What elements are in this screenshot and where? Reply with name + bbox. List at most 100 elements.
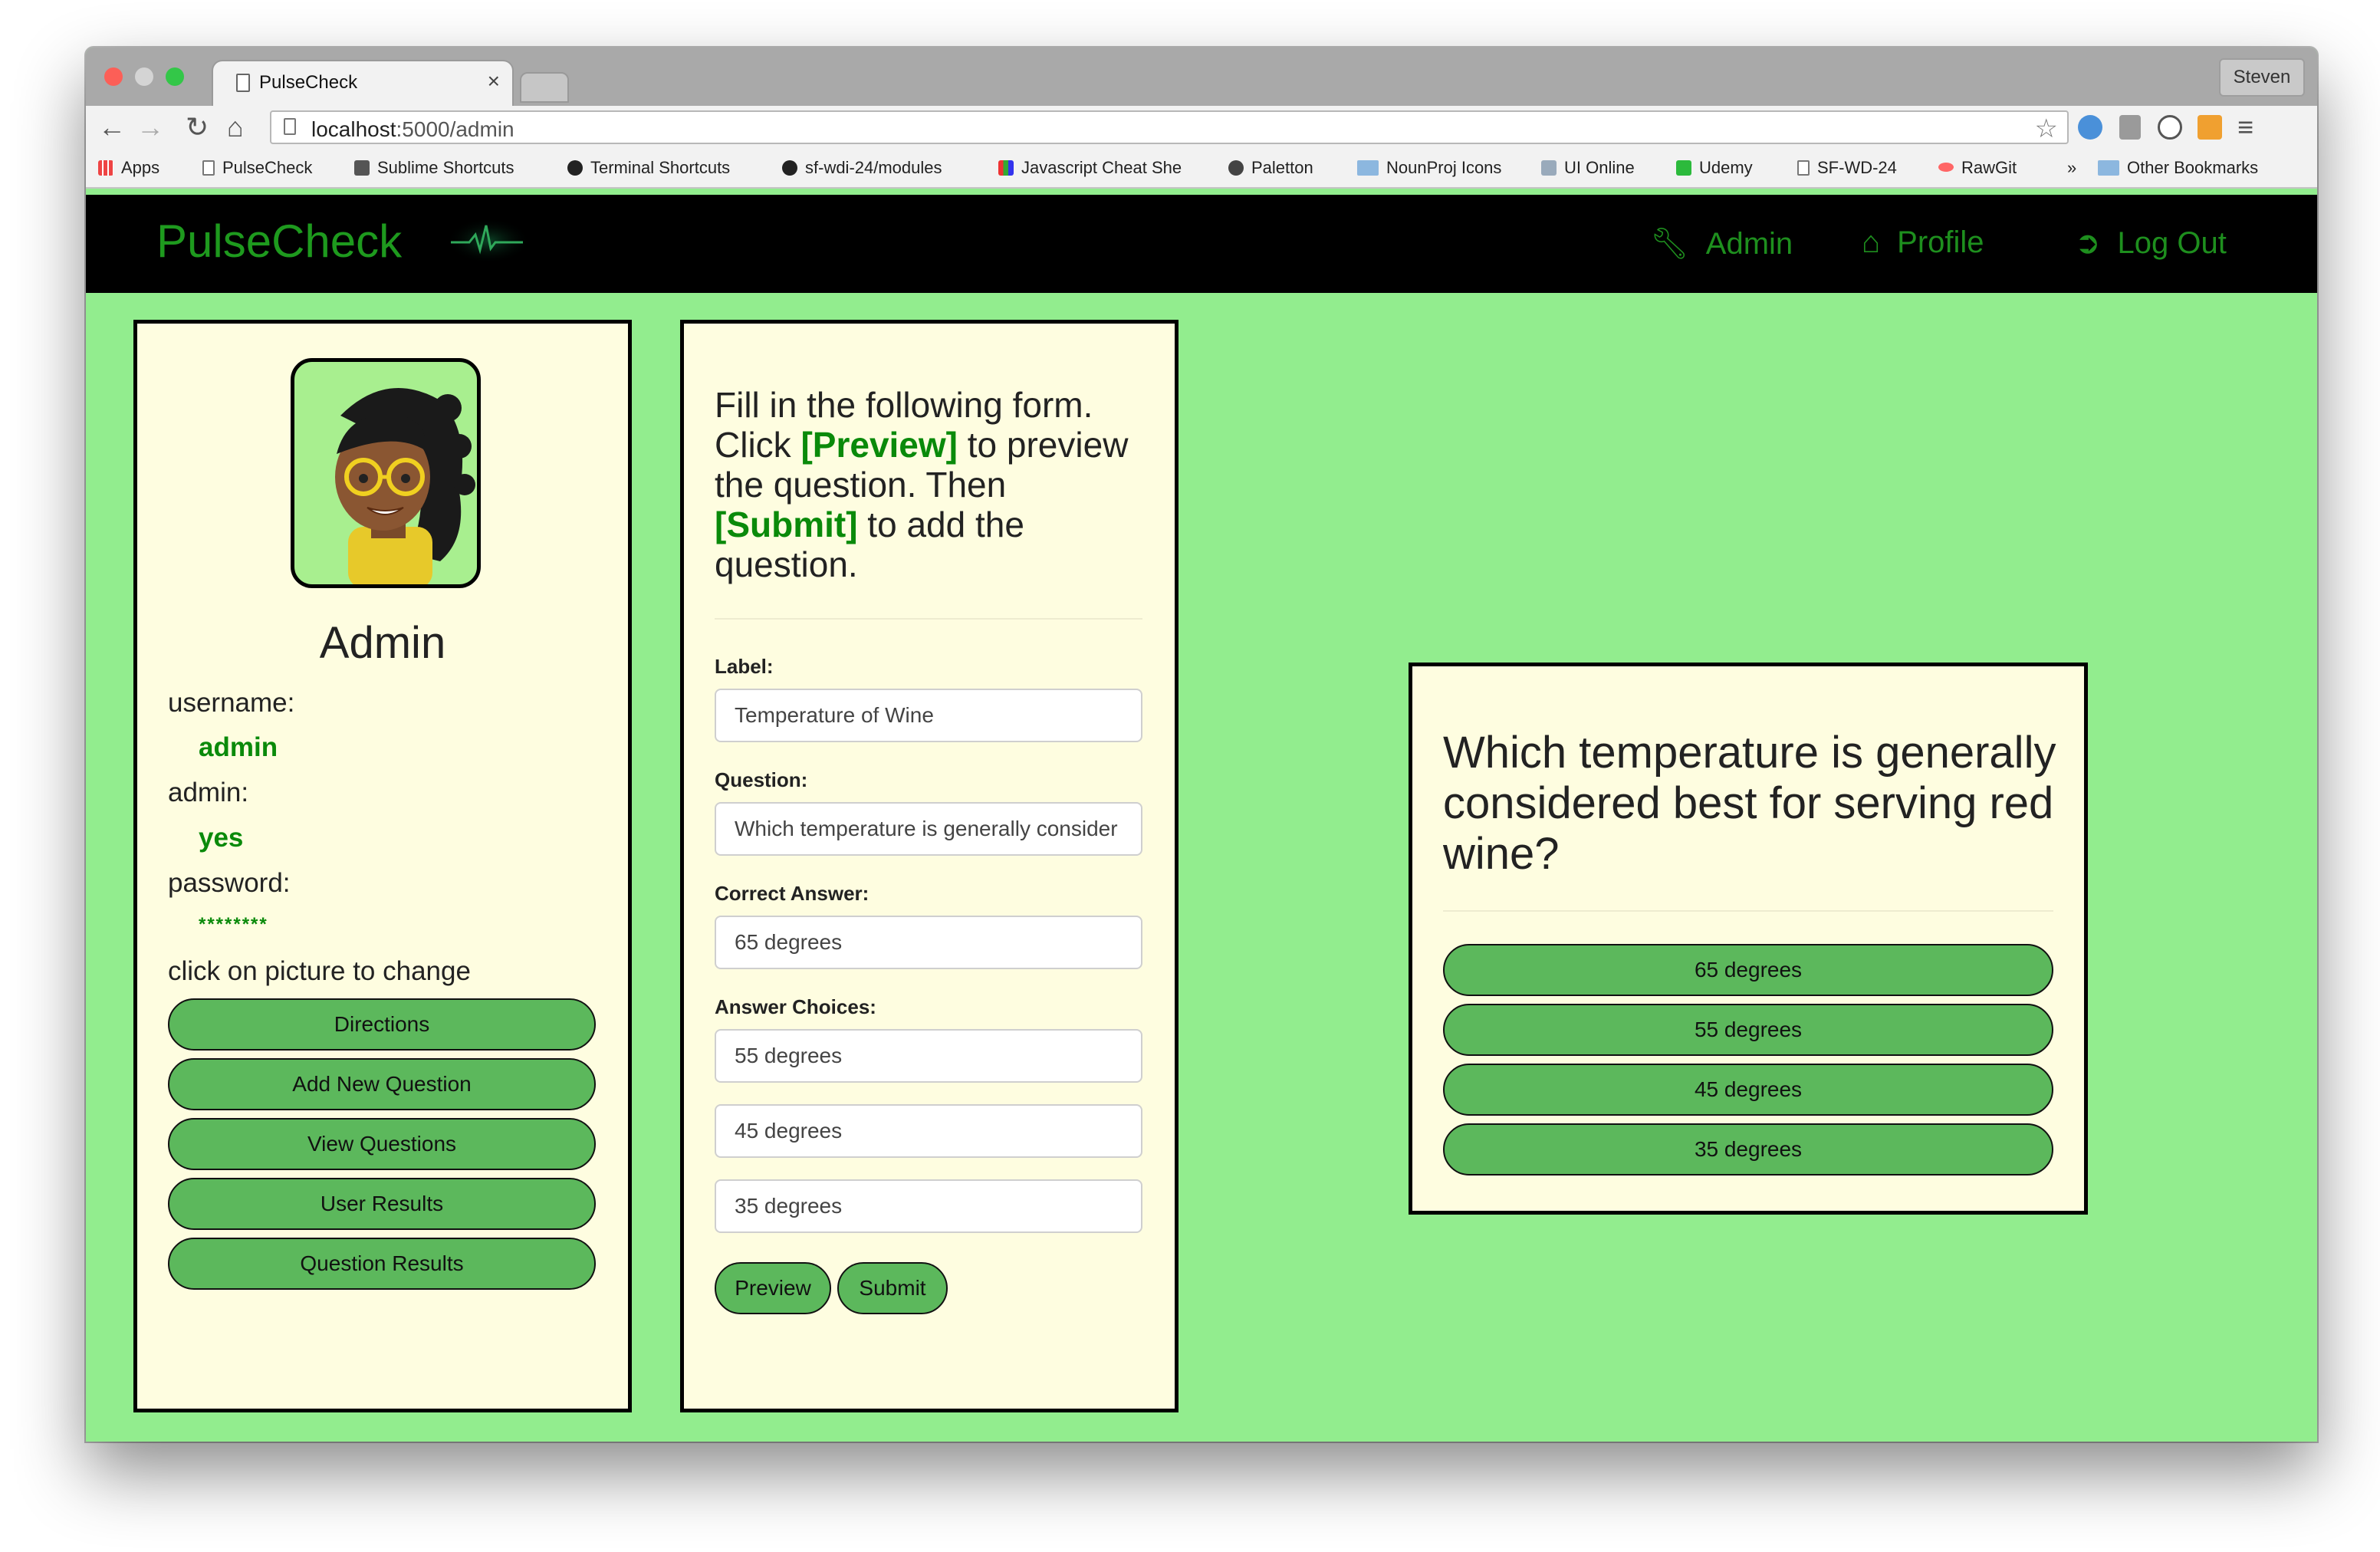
wrench-icon: 🔧︎: [1650, 227, 1689, 261]
nav-log-out[interactable]: ➲ Log Out: [2075, 225, 2227, 261]
bookmark-star-icon[interactable]: ☆: [2035, 113, 2058, 144]
profile-button[interactable]: Steven: [2219, 58, 2305, 97]
page-icon: [284, 118, 296, 135]
eyedropper-extension-icon[interactable]: [2119, 115, 2141, 140]
tab-strip: PulseCheck × Steven: [86, 48, 2317, 106]
password-label: password:: [168, 868, 291, 898]
folder-icon: [1357, 160, 1379, 176]
tab-title: PulseCheck: [259, 72, 358, 93]
page-icon: [1797, 160, 1810, 176]
onepassword-extension-icon[interactable]: [2158, 115, 2182, 140]
brand-logo-text[interactable]: PulseCheck: [156, 215, 402, 268]
bookmark-javascript-cheat-sheet[interactable]: Javascript Cheat She: [998, 158, 1213, 178]
question-preview-panel: Which temperature is generally considere…: [1409, 663, 2088, 1215]
divider: [1443, 910, 2053, 912]
bookmark-pulsecheck[interactable]: PulseCheck: [202, 158, 312, 178]
question-input[interactable]: Which temperature is generally consider: [715, 802, 1142, 856]
ui-online-icon: [1541, 160, 1557, 176]
change-picture-hint: click on picture to change: [168, 956, 471, 986]
home-icon[interactable]: ⌂: [227, 112, 244, 143]
bookmark-paletton[interactable]: Paletton: [1228, 158, 1313, 178]
udemy-icon: [1676, 160, 1691, 176]
answer-option-2[interactable]: 55 degrees: [1443, 1004, 2053, 1056]
cheatsheet-icon: [998, 160, 1014, 176]
question-results-button[interactable]: Question Results: [168, 1238, 596, 1290]
divider: [715, 618, 1142, 620]
username-label: username:: [168, 688, 295, 718]
k-extension-icon[interactable]: [2198, 115, 2222, 140]
close-window-button[interactable]: [104, 67, 123, 86]
question-form-panel: Fill in the following form. Click [Previ…: [680, 320, 1178, 1412]
address-bar[interactable]: localhost:5000/admin ☆: [270, 110, 2069, 144]
pulse-line-icon: [446, 218, 531, 264]
avatar[interactable]: [291, 358, 481, 588]
minimize-window-button[interactable]: [135, 67, 153, 86]
bookmarks-bar: Apps PulseCheck Sublime Shortcuts Termin…: [86, 150, 2317, 189]
avatar-illustration: [335, 388, 475, 584]
answer-choice-input-1[interactable]: 55 degrees: [715, 1029, 1142, 1083]
answer-option-4[interactable]: 35 degrees: [1443, 1123, 2053, 1176]
tab-pulsecheck[interactable]: PulseCheck ×: [213, 61, 512, 106]
globe-extension-icon[interactable]: [2078, 115, 2102, 140]
answer-choice-input-2[interactable]: 45 degrees: [715, 1104, 1142, 1158]
admin-label: admin:: [168, 778, 249, 807]
new-tab-button[interactable]: [520, 72, 569, 103]
nav-profile[interactable]: ⌂ Profile: [1862, 225, 1984, 260]
browser-toolbar: ← → ↻ ⌂ localhost:5000/admin ☆ ≡: [86, 106, 2317, 150]
submit-button[interactable]: Submit: [837, 1262, 948, 1314]
correct-answer-label: Correct Answer:: [715, 882, 869, 905]
sublime-icon: [354, 160, 370, 176]
back-arrow-icon[interactable]: ←: [98, 112, 126, 143]
bookmark-terminal-shortcuts[interactable]: Terminal Shortcuts: [567, 158, 730, 178]
tab-close-icon[interactable]: ×: [488, 69, 500, 94]
github-icon: [567, 160, 583, 176]
bookmark-rawgit[interactable]: RawGit: [1938, 158, 2017, 178]
bookmark-udemy[interactable]: Udemy: [1676, 158, 1753, 178]
password-value: ********: [199, 914, 268, 935]
bookmark-sf-wd-24[interactable]: SF-WD-24: [1797, 158, 1897, 178]
nav-admin[interactable]: 🔧︎ Admin: [1650, 225, 1793, 261]
bookmark-other-bookmarks[interactable]: Other Bookmarks: [2098, 158, 2258, 178]
bookmarks-overflow-chevron[interactable]: »: [2067, 158, 2076, 178]
form-instructions: Fill in the following form. Click [Previ…: [715, 385, 1129, 584]
bookmark-ui-online[interactable]: UI Online: [1541, 158, 1635, 178]
answer-option-3[interactable]: 45 degrees: [1443, 1064, 2053, 1116]
directions-button[interactable]: Directions: [168, 998, 596, 1051]
page-icon: [236, 74, 250, 92]
folder-icon: [2098, 160, 2119, 176]
label-field-label: Label:: [715, 655, 774, 678]
reload-icon[interactable]: ↻: [186, 112, 209, 143]
page-icon: [202, 160, 215, 176]
bookmark-sublime-shortcuts[interactable]: Sublime Shortcuts: [354, 158, 514, 178]
bookmark-sf-wdi-24-modules[interactable]: sf-wdi-24/modules: [782, 158, 942, 178]
preview-button[interactable]: Preview: [715, 1262, 831, 1314]
browser-window: PulseCheck × Steven ← → ↻ ⌂ localhost:50…: [86, 48, 2317, 1442]
profile-name: Admin: [319, 618, 446, 668]
rawgit-icon: [1938, 163, 1954, 172]
bookmark-apps[interactable]: Apps: [98, 158, 159, 178]
home-icon: ⌂: [1862, 225, 1881, 259]
label-input[interactable]: Temperature of Wine: [715, 689, 1142, 742]
admin-value: yes: [199, 823, 244, 853]
preview-question-text: Which temperature is generally considere…: [1443, 728, 2056, 879]
zoom-window-button[interactable]: [166, 67, 184, 86]
user-results-button[interactable]: User Results: [168, 1178, 596, 1230]
url-text: localhost:5000/admin: [311, 117, 514, 141]
answer-choices-label: Answer Choices:: [715, 995, 876, 1018]
paletton-icon: [1228, 160, 1244, 176]
apps-grid-icon: [98, 160, 113, 176]
correct-answer-input[interactable]: 65 degrees: [715, 916, 1142, 969]
add-new-question-button[interactable]: Add New Question: [168, 1058, 596, 1110]
forward-arrow-icon[interactable]: →: [136, 112, 164, 143]
username-value: admin: [199, 732, 278, 762]
question-field-label: Question:: [715, 768, 808, 791]
logout-icon: ➲: [2075, 226, 2101, 260]
profile-panel: Admin username: admin admin: yes passwor…: [133, 320, 632, 1412]
answer-choice-input-3[interactable]: 35 degrees: [715, 1179, 1142, 1233]
menu-icon[interactable]: ≡: [2237, 112, 2253, 143]
app-navbar: PulseCheck 🔧︎ Admin ⌂ Profile ➲ Log Out: [86, 195, 2317, 293]
github-icon: [782, 160, 797, 176]
bookmark-nounproj-icons[interactable]: NounProj Icons: [1357, 158, 1501, 178]
answer-option-1[interactable]: 65 degrees: [1443, 944, 2053, 996]
view-questions-button[interactable]: View Questions: [168, 1118, 596, 1170]
